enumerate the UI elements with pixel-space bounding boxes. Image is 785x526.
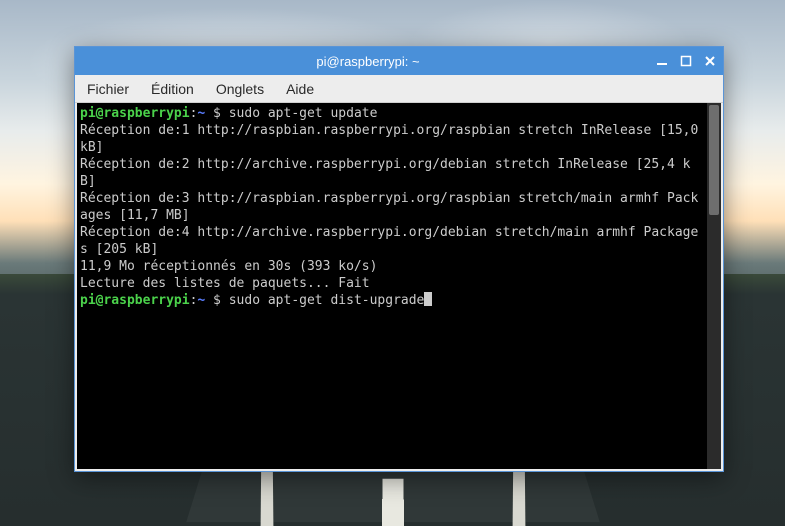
command-2: sudo apt-get dist-upgrade [229,293,425,308]
terminal-line: Lecture des listes de paquets... Fait [80,276,370,291]
prompt-user-host: pi@raspberrypi [80,293,190,308]
terminal-line: Réception de:3 http://raspbian.raspberry… [80,191,698,223]
terminal-line: Réception de:4 http://archive.raspberryp… [80,225,698,257]
menu-file[interactable]: Fichier [83,79,133,99]
terminal-container: pi@raspberrypi:~ $ sudo apt-get update R… [75,103,723,471]
menu-help[interactable]: Aide [282,79,318,99]
window-title: pi@raspberrypi: ~ [81,54,655,69]
minimize-button[interactable] [655,54,669,68]
terminal-line: Réception de:2 http://archive.raspberryp… [80,157,690,189]
close-button[interactable] [703,54,717,68]
terminal-line: Réception de:1 http://raspbian.raspberry… [80,123,706,155]
menu-tabs[interactable]: Onglets [212,79,268,99]
window-titlebar[interactable]: pi@raspberrypi: ~ [75,47,723,75]
terminal-line: 11,9 Mo réceptionnés en 30s (393 ko/s) [80,259,377,274]
menu-bar: Fichier Édition Onglets Aide [75,75,723,103]
maximize-button[interactable] [679,54,693,68]
terminal-cursor [424,292,432,306]
terminal-scrollbar[interactable] [707,103,721,469]
prompt-dollar: $ [205,293,228,308]
window-controls [655,54,717,68]
prompt-user-host: pi@raspberrypi [80,106,190,121]
prompt-dollar: $ [205,106,228,121]
menu-edit[interactable]: Édition [147,79,198,99]
terminal-output[interactable]: pi@raspberrypi:~ $ sudo apt-get update R… [77,103,707,469]
command-1: sudo apt-get update [229,106,378,121]
terminal-window: pi@raspberrypi: ~ Fichier Édition Onglet… [74,46,724,472]
scrollbar-thumb[interactable] [709,105,719,215]
